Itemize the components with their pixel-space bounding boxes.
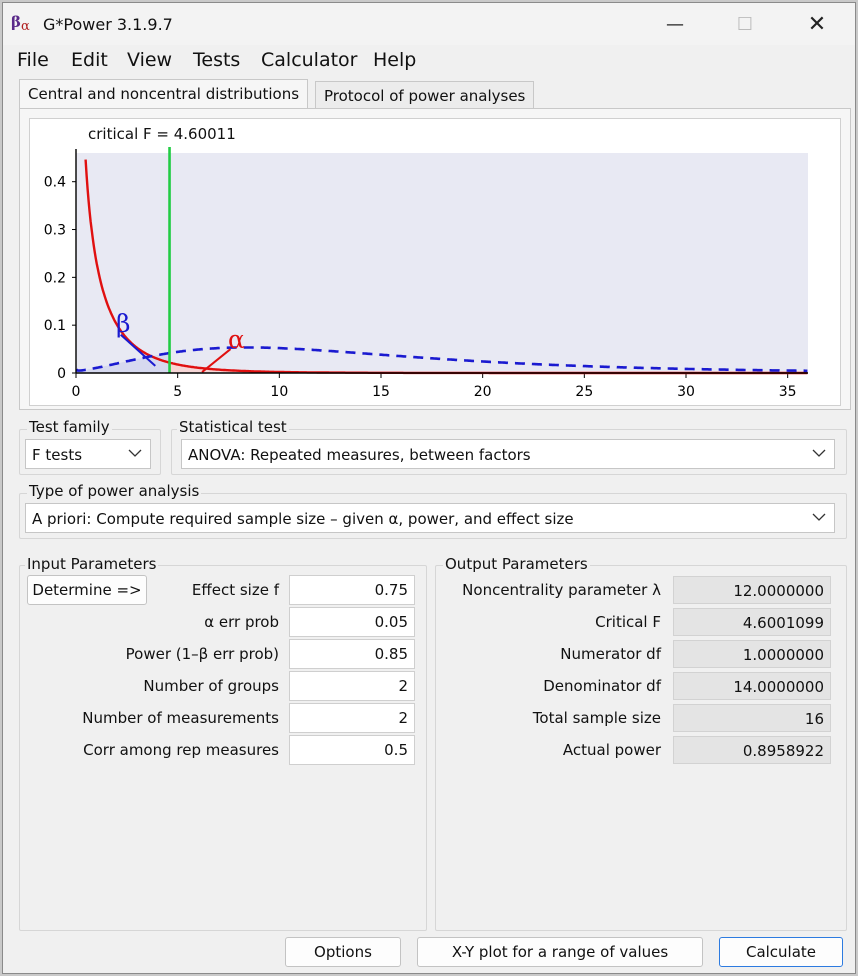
minimize-button[interactable]: —: [653, 9, 697, 41]
alpha-err-label: α err prob: [204, 613, 279, 631]
corr-rep-input[interactable]: 0.5: [289, 735, 415, 765]
num-groups-label: Number of groups: [143, 677, 279, 695]
alpha-label: α: [228, 325, 245, 354]
power-analysis-label: Type of power analysis: [27, 482, 202, 500]
chevron-down-icon: [812, 449, 826, 457]
gpower-app-icon: βα: [11, 13, 30, 34]
y-tick-label: 0: [57, 366, 66, 382]
menu-file[interactable]: File: [17, 49, 49, 71]
statistical-test-value: ANOVA: Repeated measures, between factor…: [188, 446, 531, 464]
y-tick-label: 0.1: [44, 318, 66, 334]
alpha-err-input[interactable]: 0.05: [289, 607, 415, 637]
statistical-test-select[interactable]: ANOVA: Repeated measures, between factor…: [181, 439, 835, 469]
menu-tests[interactable]: Tests: [193, 49, 240, 71]
input-parameters-title: Input Parameters: [25, 555, 159, 573]
plot-canvas: 0 5 10 15 20 25 30 35 0 0.1 0.2 0.3 0.4 β α: [44, 147, 808, 400]
noncentrality-value: 12.0000000: [673, 576, 831, 604]
window-title: G*Power 3.1.9.7: [43, 15, 173, 34]
menu-bar: File Edit View Tests Calculator Help: [3, 47, 855, 75]
output-parameters-title: Output Parameters: [443, 555, 590, 573]
num-measurements-input[interactable]: 2: [289, 703, 415, 733]
gpower-window: βα G*Power 3.1.9.7 — ☐ ✕ File Edit View …: [2, 2, 856, 974]
power-label: Power (1–β err prob): [125, 645, 279, 663]
tab-distributions[interactable]: Central and noncentral distributions: [19, 79, 309, 109]
effect-size-label: Effect size f: [191, 581, 279, 599]
plot-background: [76, 153, 808, 373]
x-tick-label: 5: [173, 384, 182, 400]
chevron-down-icon: [128, 449, 142, 457]
critical-f-out-label: Critical F: [595, 613, 661, 631]
title-bar: βα G*Power 3.1.9.7 — ☐ ✕: [3, 3, 855, 45]
effect-size-input[interactable]: 0.75: [289, 575, 415, 605]
y-tick-label: 0.3: [44, 223, 66, 239]
test-family-select[interactable]: F tests: [25, 439, 151, 469]
maximize-button[interactable]: ☐: [723, 9, 767, 41]
power-analysis-select[interactable]: A priori: Compute required sample size –…: [25, 503, 835, 533]
numerator-df-label: Numerator df: [560, 645, 661, 663]
x-tick-label: 10: [270, 384, 288, 400]
menu-edit[interactable]: Edit: [71, 49, 108, 71]
menu-calculator[interactable]: Calculator: [261, 49, 357, 71]
test-family-value: F tests: [32, 446, 83, 464]
menu-help[interactable]: Help: [373, 49, 416, 71]
actual-power-value: 0.8958922: [673, 736, 831, 764]
power-analysis-value: A priori: Compute required sample size –…: [32, 510, 574, 528]
x-tick-label: 25: [575, 384, 593, 400]
corr-rep-label: Corr among rep measures: [83, 741, 279, 759]
statistical-test-label: Statistical test: [177, 418, 289, 436]
distribution-panel: critical F = 4.60011 0 5 10 15 20 25 30 35 0 0.1 0…: [19, 108, 851, 410]
beta-label: β: [116, 309, 130, 338]
total-sample-size-value: 16: [673, 704, 831, 732]
menu-view[interactable]: View: [127, 49, 172, 71]
critical-f-value: 4.6001099: [673, 608, 831, 636]
distribution-plot: critical F = 4.60011 0 5 10 15 20 25 30 35 0 0.1 0…: [29, 118, 841, 406]
num-measurements-label: Number of measurements: [82, 709, 279, 727]
x-tick-label: 30: [677, 384, 695, 400]
options-button[interactable]: Options: [285, 937, 401, 967]
noncentrality-label: Noncentrality parameter λ: [462, 581, 661, 599]
actual-power-label: Actual power: [562, 741, 661, 759]
x-tick-label: 35: [779, 384, 797, 400]
x-tick-label: 20: [474, 384, 492, 400]
determine-button[interactable]: Determine =>: [27, 575, 147, 605]
close-button[interactable]: ✕: [795, 9, 839, 41]
chevron-down-icon: [812, 513, 826, 521]
power-input[interactable]: 0.85: [289, 639, 415, 669]
calculate-button[interactable]: Calculate: [719, 937, 843, 967]
numerator-df-value: 1.0000000: [673, 640, 831, 668]
tab-protocol[interactable]: Protocol of power analyses: [315, 81, 535, 109]
denominator-df-value: 14.0000000: [673, 672, 831, 700]
x-tick-label: 15: [372, 384, 390, 400]
xy-plot-button[interactable]: X-Y plot for a range of values: [417, 937, 703, 967]
y-tick-label: 0.2: [44, 270, 66, 286]
total-sample-size-label: Total sample size: [532, 709, 661, 727]
num-groups-input[interactable]: 2: [289, 671, 415, 701]
y-tick-label: 0.4: [44, 175, 66, 191]
x-tick-label: 0: [72, 384, 81, 400]
test-family-label: Test family: [27, 418, 112, 436]
denominator-df-label: Denominator df: [543, 677, 661, 695]
